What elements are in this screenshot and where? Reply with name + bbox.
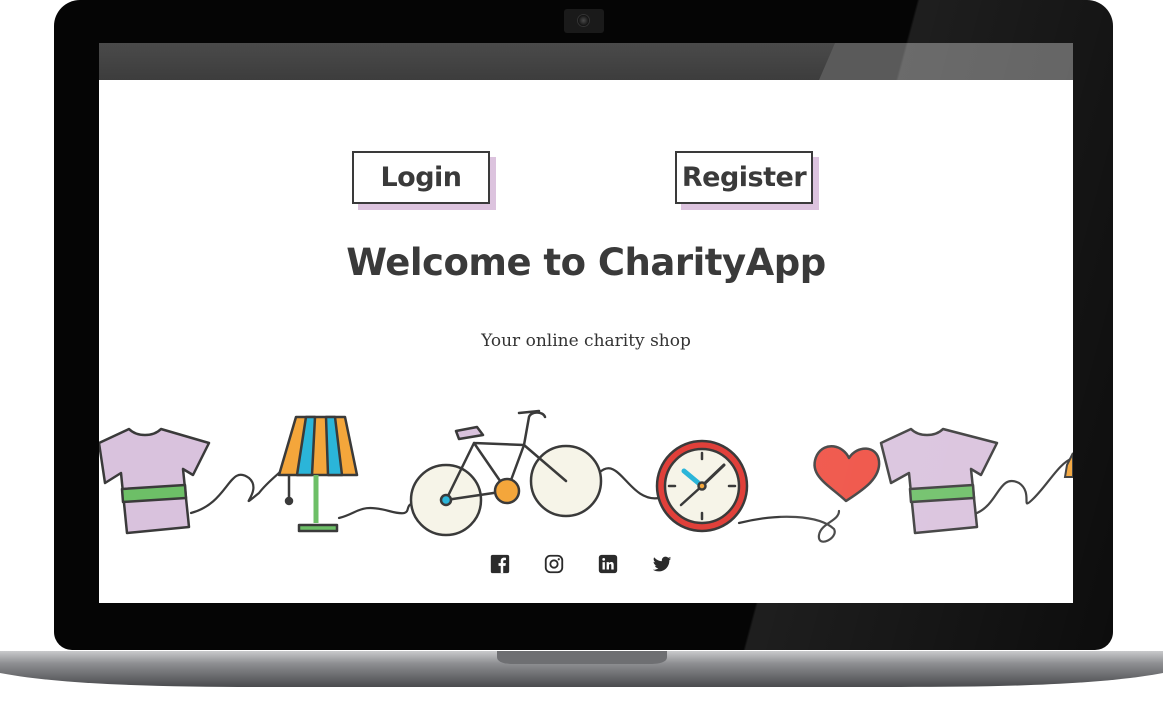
lamp-edge-icon (1063, 452, 1073, 478)
webcam (564, 9, 604, 33)
laptop-mockup: Login Register Welcome to CharityApp You… (0, 0, 1163, 716)
page-title: Welcome to CharityApp (346, 241, 826, 284)
webcam-lens (578, 15, 589, 26)
lamp-icon (277, 415, 359, 533)
bicycle-icon (409, 409, 603, 537)
register-button[interactable]: Register (675, 151, 813, 204)
facebook-icon[interactable] (489, 553, 511, 575)
heart-icon (813, 445, 881, 503)
laptop-base (0, 651, 1163, 687)
laptop-bezel: Login Register Welcome to CharityApp You… (54, 0, 1113, 650)
instagram-icon[interactable] (543, 553, 565, 575)
tshirt-icon (879, 427, 999, 535)
twitter-icon[interactable] (651, 553, 673, 575)
login-button[interactable]: Login (352, 151, 490, 204)
register-button-container: Register (675, 151, 819, 210)
linkedin-icon[interactable] (597, 553, 619, 575)
browser-toolbar-sheen (819, 43, 1073, 80)
browser-toolbar (99, 43, 1073, 80)
laptop-screen: Login Register Welcome to CharityApp You… (99, 43, 1073, 603)
tshirt-icon (99, 427, 211, 535)
page-subtitle: Your online charity shop (481, 331, 691, 351)
charity-items-illustration (99, 409, 1073, 543)
clock-icon (655, 439, 749, 533)
login-button-container: Login (352, 151, 496, 210)
